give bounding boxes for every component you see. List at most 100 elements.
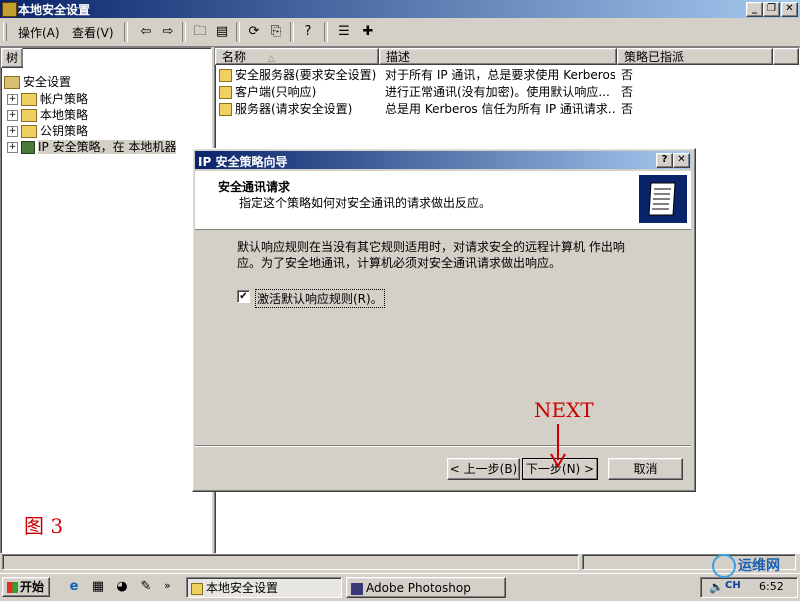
properties-icon[interactable]: ☰ [334,22,354,42]
clock[interactable]: 6:52 [759,580,784,593]
column-header-assigned[interactable]: 策略已指派 [617,48,773,65]
column-header-description[interactable]: 描述 [379,48,617,65]
checkbox-check-icon[interactable]: ✔ [237,290,250,303]
restore-button[interactable]: ❐ [763,2,780,17]
cancel-button[interactable]: 取消 [608,458,683,480]
tree-header: 树 [1,48,23,68]
back-button[interactable]: < 上一步(B) [447,458,520,480]
menu-view[interactable]: 查看(V) [72,24,114,41]
column-header-label: 名称 [222,50,247,64]
more-quicklaunch-icon[interactable]: » [164,579,171,592]
expand-icon[interactable]: + [7,94,18,105]
up-folder-icon[interactable]: 🗀 [190,22,210,42]
list-cell-name: 客户端(只响应) [219,84,379,101]
show-desktop-icon[interactable]: ▦ [88,577,108,597]
policy-icon [219,69,232,82]
ip-security-icon [21,141,35,154]
watermark-logo-icon [712,554,736,578]
show-tree-icon[interactable]: ▤ [212,22,232,42]
list-cell-assigned: 否 [621,68,634,82]
list-cell-description: 对于所有 IP 通讯，总是要求使用 Kerberos... [385,68,615,82]
tree-pane[interactable]: 树 安全设置 + 帐户策略 + 本地策略 + 公钥策略 + IP 安全策略，在 本地机器 [0,47,212,554]
pencil-icon[interactable]: ✎ [136,577,156,597]
window-title-bar: 本地安全设置 _ ❐ ✕ [0,0,800,18]
dialog-subheading: 指定这个策略如何对安全通讯的请求做出反应。 [239,196,492,210]
help-icon[interactable]: ? [298,22,318,42]
policy-icon [219,86,232,99]
tree-item-public-key-policy[interactable]: + 公钥策略 [7,122,88,139]
dialog-divider [195,445,691,447]
menu-action[interactable]: 操作(A) [18,24,60,41]
start-button[interactable]: 开始 [2,577,50,597]
dialog-close-button[interactable]: ✕ [673,153,690,168]
folder-icon [21,125,37,138]
taskbar-item-local-security[interactable]: 本地安全设置 [186,577,342,598]
sort-ascending-icon: △ [267,54,275,64]
policy-icon [219,103,232,116]
grip [3,23,7,41]
tree-item-label: 公钥策略 [40,124,89,138]
window-title: 本地安全设置 [18,3,91,17]
refresh-icon[interactable]: ⟳ [244,22,264,42]
back-icon[interactable]: ⇦ [136,22,156,42]
list-cell-name: 服务器(请求安全设置) [219,101,379,118]
tree-item-account-policy[interactable]: + 帐户策略 [7,90,88,107]
ip-security-wizard-dialog: IP 安全策略向导 ? ✕ 安全通讯请求 指定这个策略如何对安全通讯的请求做出反… [192,148,696,492]
taskbar-item-label: 本地安全设置 [206,581,279,595]
internet-explorer-icon[interactable]: e [64,577,84,597]
minimize-button[interactable]: _ [746,2,763,17]
status-bar [0,552,800,572]
watermark: 运维网 [712,554,780,578]
app-icon [2,2,17,17]
next-annotation-arrow [550,424,566,468]
qq-icon[interactable]: ◕ [112,577,132,597]
tree-item-label: 本地策略 [40,108,89,122]
close-button[interactable]: ✕ [781,2,798,17]
menu-toolbar: 操作(A) 查看(V) ⇦ ⇨ 🗀 ▤ ⟳ ⎘ ? ☰ ✚ [0,18,800,47]
figure-label: 图 3 [24,514,64,538]
forward-icon[interactable]: ⇨ [158,22,178,42]
column-header-spacer [773,48,799,65]
dialog-title: IP 安全策略向导 [198,155,288,169]
expand-icon[interactable]: + [7,142,18,153]
local-security-icon [191,582,203,595]
system-tray: 🔈 CH 6:52 [700,577,798,598]
tree-item-label: 安全设置 [23,75,72,89]
list-row[interactable]: 服务器(请求安全设置) 总是用 Kerberos 信任为所有 IP 通讯请求..… [215,101,799,118]
export-icon[interactable]: ⎘ [266,22,286,42]
status-panel-main [2,554,579,570]
tree-item-local-policy[interactable]: + 本地策略 [7,106,88,123]
help-button[interactable]: ? [656,153,673,168]
start-label: 开始 [20,580,45,594]
speaker-icon[interactable]: 🔈 [709,580,724,594]
checkbox-label: 激活默认响应规则(R)。 [255,289,385,308]
photoshop-icon [351,582,363,595]
list-row[interactable]: 客户端(只响应) 进行正常通讯(没有加密)。使用默认响应... 否 [215,84,799,101]
column-header-name[interactable]: 名称 △ [215,48,379,65]
new-policy-icon[interactable]: ✚ [358,22,378,42]
expand-icon[interactable]: + [7,110,18,121]
scroll-document-icon [639,175,687,223]
expand-icon[interactable]: + [7,126,18,137]
dialog-body-text: 默认响应规则在当没有其它规则适用时，对请求安全的远程计算机 作出响应。为了安全地… [237,240,625,270]
tree-header-divider [22,48,25,66]
tree-item-label: 帐户策略 [40,92,89,106]
dialog-title-bar: IP 安全策略向导 ? ✕ [195,151,691,169]
dialog-header: 安全通讯请求 指定这个策略如何对安全通讯的请求做出反应。 [195,171,691,230]
toolbar-separator [236,22,240,42]
list-cell-assigned: 否 [621,102,634,116]
toolbar-separator [182,22,186,42]
tree-item-ip-security-policy[interactable]: + IP 安全策略，在 本地机器 [7,138,177,155]
toolbar-separator [290,22,294,42]
tree-item-security-settings[interactable]: 安全设置 [4,73,71,90]
folder-icon [21,93,37,106]
watermark-text: 运维网 [738,558,780,574]
tree-item-label: IP 安全策略，在 本地机器 [38,140,177,154]
ime-ch-icon[interactable]: CH [725,580,741,591]
list-row[interactable]: 安全服务器(要求安全设置) 对于所有 IP 通讯，总是要求使用 Kerberos… [215,67,799,84]
next-annotation-label: NEXT [534,398,594,422]
toolbar-separator [124,22,128,42]
toolbar-separator [324,22,328,42]
taskbar-item-photoshop[interactable]: Adobe Photoshop [346,577,506,598]
list-cell-name: 安全服务器(要求安全设置) [219,67,379,84]
